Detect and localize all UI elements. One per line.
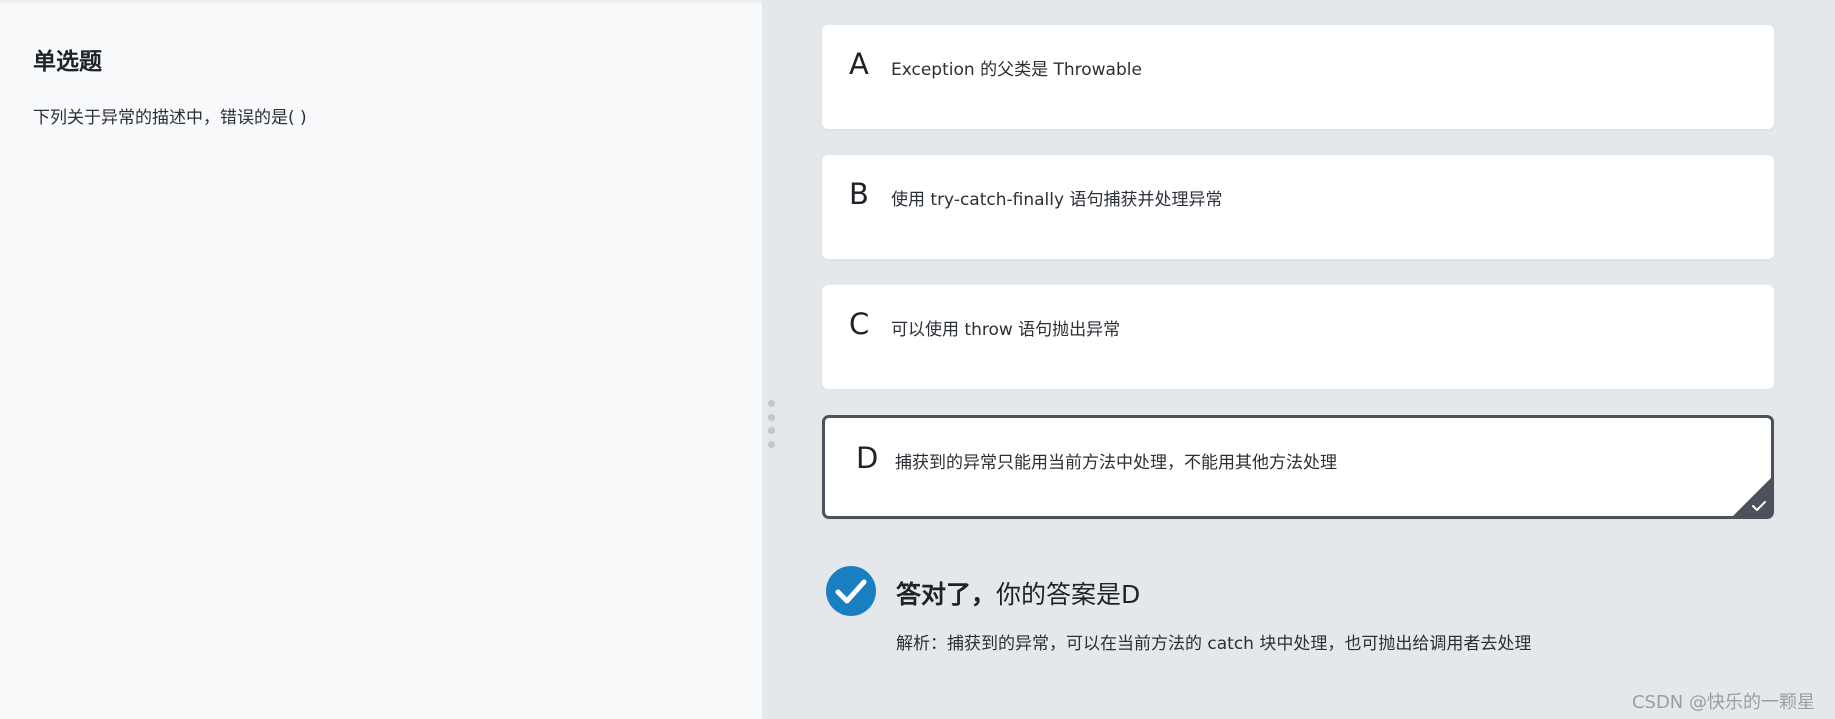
watermark: CSDN @快乐的一颗星 — [1631, 692, 1815, 713]
result-message: 答对了，你的答案是D — [896, 575, 1140, 611]
option-text: Exception 的父类是 Throwable — [891, 60, 1142, 80]
checkmark-icon — [1752, 501, 1766, 511]
handle-dot — [767, 427, 775, 435]
option-text: 捕获到的异常只能用当前方法中处理，不能用其他方法处理 — [895, 453, 1337, 473]
check-circle-icon — [826, 566, 876, 616]
correct-label: 答对了， — [896, 580, 997, 609]
handle-dot — [767, 413, 775, 421]
option-letter: A — [849, 47, 869, 81]
option-text: 使用 try-catch-finally 语句捕获并处理异常 — [891, 190, 1223, 210]
question-text: 下列关于异常的描述中，错误的是( ) — [33, 108, 307, 128]
handle-dot — [767, 440, 775, 448]
option-letter: C — [849, 307, 870, 341]
option-text: 可以使用 throw 语句抛出异常 — [891, 320, 1121, 340]
option-c[interactable]: C 可以使用 throw 语句抛出异常 — [822, 285, 1774, 389]
question-panel: 单选题 下列关于异常的描述中，错误的是( ) — [0, 0, 762, 719]
pane-resize-handle[interactable] — [766, 400, 776, 448]
option-b[interactable]: B 使用 try-catch-finally 语句捕获并处理异常 — [822, 155, 1774, 259]
option-d[interactable]: D 捕获到的异常只能用当前方法中处理，不能用其他方法处理 — [822, 415, 1774, 519]
option-letter: D — [856, 441, 879, 475]
option-letter: B — [849, 177, 869, 211]
question-type-heading: 单选题 — [33, 49, 102, 75]
answer-analysis: 解析：捕获到的异常，可以在当前方法的 catch 块中处理，也可抛出给调用者去处… — [896, 634, 1532, 654]
option-a[interactable]: A Exception 的父类是 Throwable — [822, 25, 1774, 129]
handle-dot — [767, 400, 775, 407]
your-answer-text: 你的答案是D — [996, 580, 1141, 609]
